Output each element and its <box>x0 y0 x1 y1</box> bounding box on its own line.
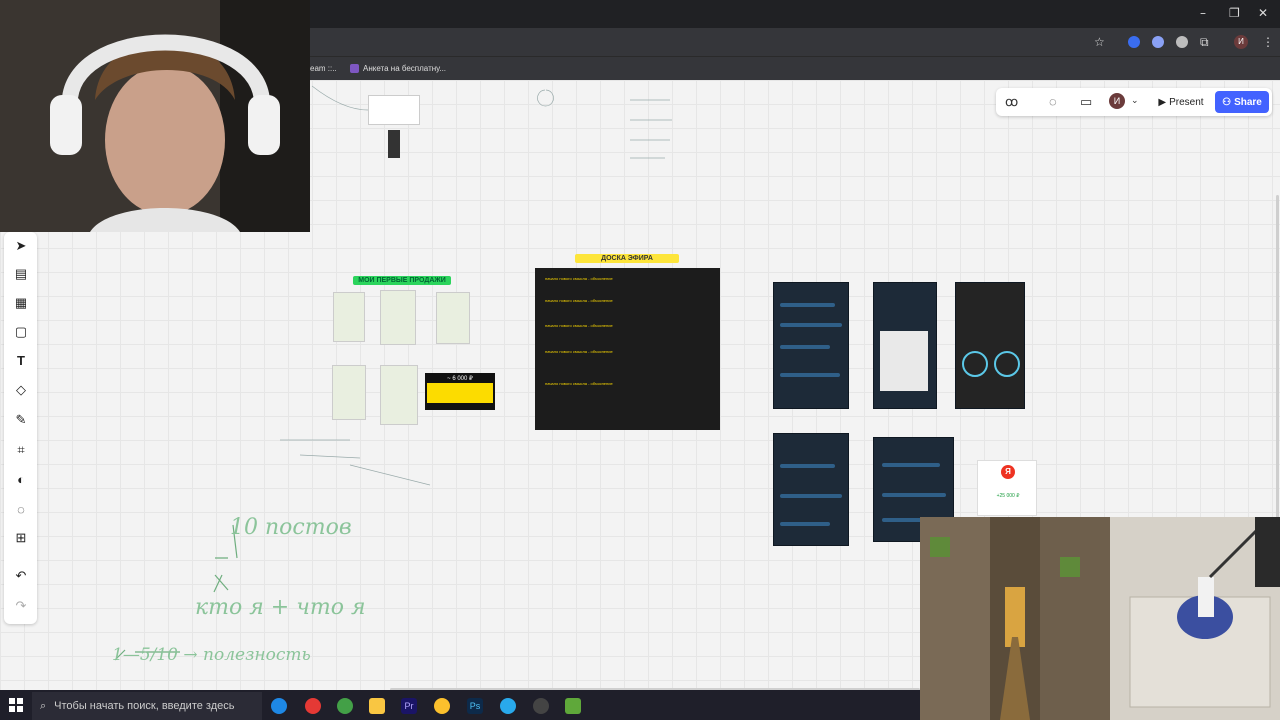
extension-icon[interactable] <box>1152 36 1164 48</box>
redo-icon[interactable]: ↷ <box>14 598 28 614</box>
star-icon[interactable]: ☆ <box>1094 35 1105 49</box>
share-label: Share <box>1234 96 1262 108</box>
payment-banner <box>427 383 493 403</box>
form-icon <box>350 64 359 73</box>
stream-line: начало нового смысла - объяснение <box>545 349 613 354</box>
palette-icon[interactable]: ◐ <box>14 472 28 487</box>
game-video-overlay <box>920 517 1110 720</box>
file-explorer-icon[interactable] <box>369 698 385 714</box>
obs-icon[interactable] <box>533 698 549 714</box>
crop-icon[interactable]: ⌗ <box>14 442 28 458</box>
share-people-icon: ⚇ <box>1222 96 1232 108</box>
handwriting-who: кто я + что я <box>195 595 366 620</box>
menu-icon[interactable]: ⋮ <box>1262 35 1274 49</box>
reactions-icon[interactable]: ꝏ <box>1005 94 1018 110</box>
sales-section-title[interactable]: МОИ ПЕРВЫЕ ПРОДАЖИ <box>353 276 451 285</box>
shapes-icon[interactable]: ◇ <box>14 382 28 398</box>
extensions-puzzle-icon[interactable]: ⧉ <box>1200 35 1209 50</box>
templates-icon[interactable]: ▤ <box>14 266 28 282</box>
play-icon: ▶ <box>1158 96 1167 108</box>
chat-screenshot[interactable] <box>773 282 849 409</box>
bookmark-label: Анкета на бесплатну... <box>363 64 447 73</box>
collaborator-avatar[interactable]: И <box>1109 93 1125 109</box>
chevron-down-icon[interactable]: ⌄ <box>1131 95 1139 106</box>
sales-screenshot[interactable] <box>332 365 366 420</box>
chrome-icon[interactable] <box>305 698 321 714</box>
close-icon[interactable]: ✕ <box>1258 6 1268 20</box>
bookmark-label: eam ::.. <box>310 64 337 73</box>
handwriting-useful: 1—5/10 → полезность <box>112 645 311 665</box>
profile-screenshot[interactable] <box>873 282 937 409</box>
text-icon[interactable]: T <box>14 353 28 368</box>
payment-card[interactable]: ~ 6 000 ₽ <box>425 373 495 410</box>
present-label: Present <box>1169 96 1204 108</box>
handwriting-posts: 10 постов <box>230 515 352 540</box>
stream-board[interactable]: начало нового смысла - объяснение начало… <box>535 268 720 430</box>
yandex-amount: +25 000 ₽ <box>996 493 1020 499</box>
windows-start-icon[interactable] <box>9 698 23 712</box>
edge-icon[interactable] <box>271 698 287 714</box>
minimize-icon[interactable]: – <box>1200 6 1206 20</box>
share-button[interactable]: ⚇ Share <box>1215 91 1269 113</box>
webcam-person-image <box>0 0 310 232</box>
undo-icon[interactable]: ↶ <box>14 568 28 584</box>
table-thumbnail[interactable] <box>368 95 420 125</box>
restore-icon[interactable]: ❐ <box>1229 6 1240 20</box>
minecraft-tunnel-image <box>920 517 1110 720</box>
comment-icon[interactable]: ◌ <box>14 502 28 517</box>
bookmark-item[interactable]: eam ::.. <box>310 64 337 73</box>
stream-line: начало нового смысла - объяснение <box>545 381 613 386</box>
sticky-note-icon[interactable]: ▢ <box>14 324 28 340</box>
taskbar-search[interactable]: ⌕ Чтобы начать поиск, введите здесь <box>32 692 262 720</box>
left-toolbar: ➤ ▤ ▦ ▢ T ◇ ✎ ⌗ ◐ ◌ ⊞ ↶ ↷ <box>4 232 37 624</box>
stream-section-title[interactable]: ДОСКА ЭФИРА <box>575 254 679 263</box>
chrome-icon[interactable] <box>337 698 353 714</box>
minecraft-icon[interactable] <box>565 698 581 714</box>
webcam-overlay <box>0 0 310 232</box>
sales-screenshot[interactable] <box>380 290 416 345</box>
bookmark-item[interactable]: Анкета на бесплатну... <box>350 64 446 73</box>
yandex-payment-card[interactable]: Я +25 000 ₽ <box>977 460 1037 516</box>
payment-amount: ~ 6 000 ₽ <box>447 376 473 382</box>
profile-avatar[interactable]: И <box>1234 35 1248 49</box>
pen-icon[interactable]: ✎ <box>14 412 28 428</box>
frame-icon[interactable]: ▦ <box>14 295 28 311</box>
stats-screenshot[interactable] <box>955 282 1025 409</box>
photoshop-icon[interactable]: Ps <box>467 698 483 714</box>
telegram-icon[interactable] <box>500 698 516 714</box>
photo-thumbnail[interactable] <box>388 130 400 158</box>
add-icon[interactable]: ⊞ <box>14 530 28 546</box>
search-icon: ⌕ <box>40 699 47 712</box>
chrome-icon[interactable] <box>434 698 450 714</box>
present-button[interactable]: ▶ Present <box>1150 92 1212 112</box>
premiere-icon[interactable]: Pr <box>401 698 417 714</box>
select-icon[interactable]: ➤ <box>14 238 28 254</box>
stream-line: начало нового смысла - объяснение <box>545 323 613 328</box>
sales-screenshot[interactable] <box>380 365 418 425</box>
video-icon[interactable]: ▭ <box>1080 94 1092 110</box>
stream-line: начало нового смысла - объяснение <box>545 298 613 303</box>
extension-icon[interactable] <box>1176 36 1188 48</box>
stream-line: начало нового смысла - объяснение <box>545 276 613 281</box>
sales-screenshot[interactable] <box>436 292 470 344</box>
extension-icon[interactable] <box>1128 36 1140 48</box>
cleaning-video-overlay <box>1110 517 1280 720</box>
chat-icon[interactable]: ◌ <box>1049 94 1057 109</box>
search-placeholder: Чтобы начать поиск, введите здесь <box>54 700 235 712</box>
floor-machine-image <box>1110 517 1280 720</box>
chat-screenshot[interactable] <box>773 433 849 546</box>
sales-screenshot[interactable] <box>333 292 365 342</box>
yandex-logo-icon: Я <box>1001 465 1015 479</box>
